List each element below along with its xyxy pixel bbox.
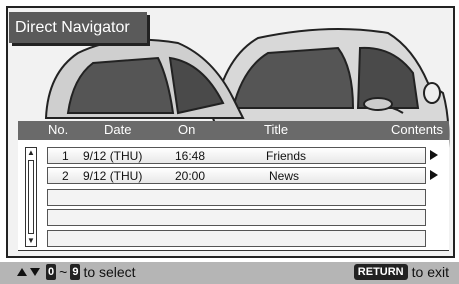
column-header-contents: Contents [391,122,444,137]
column-header-no: No. [48,122,69,137]
key-nine: 9 [70,264,81,280]
row-title: Friends [266,149,307,163]
footer-bar: 0 ~ 9 to select RETURN to exit [0,262,459,284]
window-title: Direct Navigator [9,12,147,43]
row-date: 9/12 (THU) [83,149,143,163]
row-date: 9/12 (THU) [83,169,143,183]
select-text: to select [83,264,136,280]
scrollbar[interactable]: ▲ ▼ [25,147,37,247]
scroll-track[interactable] [28,160,34,234]
return-key: RETURN [353,264,408,280]
row-no: 2 [62,169,69,183]
list-item-empty[interactable] [47,209,426,226]
row-no: 1 [62,149,69,163]
column-header-date: Date [104,122,132,137]
column-header-on: On [178,122,196,137]
play-arrow-icon[interactable] [430,170,438,180]
scroll-down-icon[interactable]: ▼ [27,237,35,245]
down-arrow-icon [30,268,40,276]
list-item[interactable]: 1 9/12 (THU) 16:48 Friends [47,147,426,164]
play-arrow-icon[interactable] [430,150,438,160]
row-on: 16:48 [175,149,206,163]
list-item-empty[interactable] [47,189,426,206]
scroll-up-icon[interactable]: ▲ [27,149,35,157]
exit-text: to exit [411,264,449,280]
list-item-empty[interactable] [47,230,426,247]
tilde: ~ [59,264,68,280]
column-header-title: Title [264,122,289,137]
column-header-bar: No. Date On Title Contents [18,121,449,140]
select-hint: 0 ~ 9 to select [17,264,136,280]
exit-hint: RETURN to exit [353,264,449,280]
key-zero: 0 [46,264,57,280]
row-on: 20:00 [175,169,206,183]
up-arrow-icon [17,268,27,276]
list-item[interactable]: 2 9/12 (THU) 20:00 News [47,167,426,184]
row-title: News [269,169,300,183]
